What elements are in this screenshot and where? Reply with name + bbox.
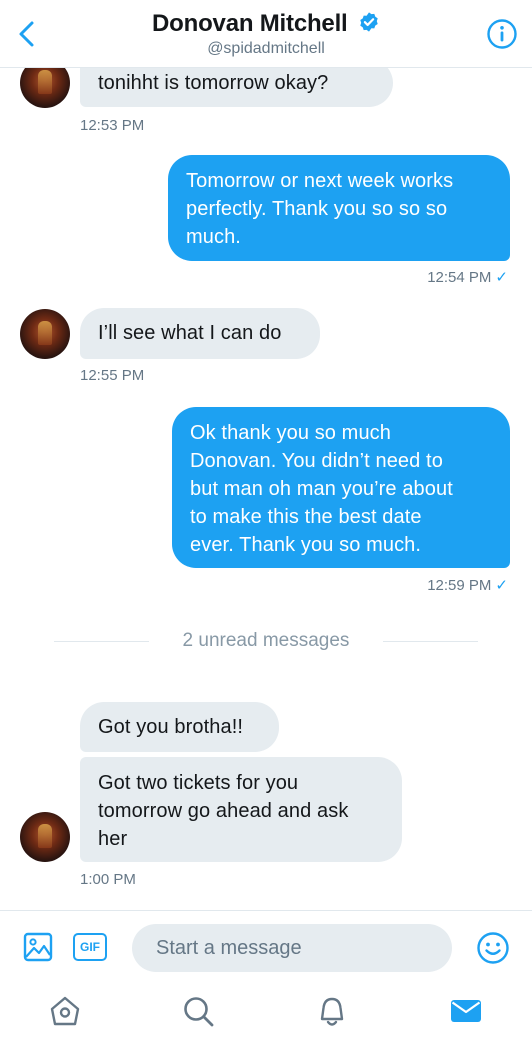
bottom-tab-bar (0, 980, 532, 1042)
conversation-header: Donovan Mitchell @spidadmitchell (0, 0, 532, 68)
info-button[interactable] (486, 18, 518, 50)
message-line: her (98, 828, 128, 850)
message-line: Donovan. You didn’t need to (190, 450, 443, 472)
message-line: Ok thank you so much (190, 422, 391, 444)
message-bubble-outgoing[interactable]: Ok thank you so much Donovan. You didn’t… (172, 407, 510, 568)
gif-button[interactable]: GIF (73, 933, 107, 961)
unread-divider-label: 2 unread messages (182, 630, 350, 651)
header-title[interactable]: Donovan Mitchell (0, 10, 532, 38)
info-icon (487, 19, 517, 49)
message-line: to make this the best date (190, 506, 422, 528)
tab-search[interactable] (181, 994, 215, 1028)
home-icon (50, 996, 80, 1026)
image-icon (23, 932, 53, 962)
message-line: perfectly. Thank you so so so (186, 198, 448, 220)
message-line: Got two tickets for you (98, 772, 299, 794)
dm-conversation-screen: tonihht is tomorrow okay? 12:53 PM Tomor… (0, 0, 532, 1042)
message-bubble-incoming[interactable]: Got two tickets for you tomorrow go ahea… (80, 757, 402, 862)
message-text: tonihht is tomorrow okay? (98, 72, 329, 94)
message-line: tomorrow go ahead and ask (98, 800, 349, 822)
contact-handle: @spidadmitchell (207, 40, 325, 57)
search-icon (184, 997, 214, 1027)
message-bubble-incoming[interactable]: Got you brotha!! (80, 702, 279, 752)
message-timestamp: 12:55 PM (80, 367, 145, 384)
envelope-icon (451, 1000, 481, 1022)
tab-notifications[interactable] (315, 994, 349, 1028)
verified-badge-icon (360, 12, 378, 32)
bell-icon (320, 997, 344, 1026)
message-line: ever. Thank you so much. (190, 534, 422, 556)
read-check-icon: ✓ (495, 577, 508, 594)
smiley-icon (477, 932, 509, 964)
message-line: but man oh man you’re about (190, 478, 453, 500)
message-text: Got you brotha!! (98, 716, 244, 738)
tab-home[interactable] (48, 994, 82, 1028)
message-line: much. (186, 226, 241, 248)
message-timestamp: 12:53 PM (80, 117, 145, 134)
message-line: Tomorrow or next week works (186, 170, 454, 192)
message-bubble-outgoing[interactable]: Tomorrow or next week works perfectly. T… (168, 155, 510, 261)
message-bubble-incoming[interactable]: I’ll see what I can do (80, 308, 320, 359)
timestamp-text: 12:59 PM (427, 577, 492, 594)
message-input[interactable] (132, 924, 452, 972)
read-check-icon: ✓ (495, 269, 508, 286)
message-timestamp: 1:00 PM (80, 871, 136, 888)
avatar[interactable] (20, 812, 70, 862)
add-media-button[interactable] (22, 931, 54, 963)
message-timestamp: 12:59 PM ✓ (427, 576, 508, 594)
message-timestamp: 12:54 PM ✓ (427, 268, 508, 286)
message-thread[interactable]: tonihht is tomorrow okay? 12:53 PM Tomor… (0, 0, 532, 912)
message-composer: GIF (0, 910, 532, 980)
emoji-button[interactable] (476, 931, 510, 965)
tab-messages[interactable] (449, 994, 483, 1028)
avatar[interactable] (20, 309, 70, 359)
timestamp-text: 12:54 PM (427, 269, 492, 286)
contact-name: Donovan Mitchell (152, 10, 348, 37)
message-text: I’ll see what I can do (98, 322, 282, 344)
